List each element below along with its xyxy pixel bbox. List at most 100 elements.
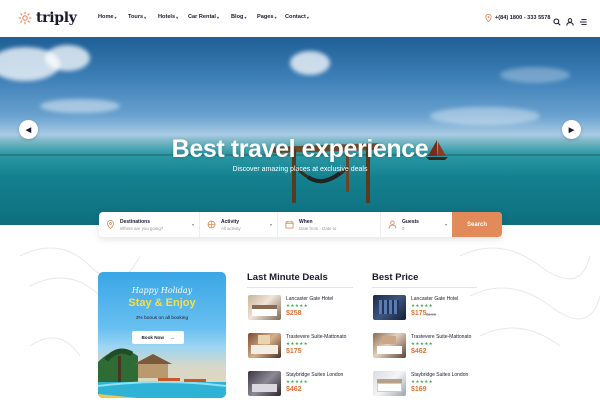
book-now-label: Book Now: [141, 335, 164, 340]
deal-item[interactable]: Staybridge Suites London ★★★★★ $462: [248, 371, 358, 399]
nav-label: Tours: [128, 14, 144, 20]
cloud: [40, 99, 120, 113]
last-minute-title: Last Minute Deals: [247, 272, 328, 283]
logo[interactable]: triply: [18, 10, 77, 26]
arrow-right-icon: ▶: [568, 126, 575, 134]
activity-icon: [207, 220, 216, 229]
price: $175: [286, 348, 302, 355]
room-thumbnail: [373, 295, 406, 320]
room-thumbnail: [248, 333, 281, 358]
search-button[interactable]: Search: [452, 212, 502, 237]
chevron-down-icon: ▾: [216, 14, 219, 20]
arrow-right-icon: →: [169, 335, 175, 340]
activity-field[interactable]: Activity All activity ▾: [200, 212, 278, 237]
nav-blog[interactable]: Blog ▾: [231, 14, 257, 20]
nav-tours[interactable]: Tours ▾: [128, 14, 158, 20]
star-rating: ★★★★★: [286, 303, 309, 308]
price: $258: [286, 310, 302, 317]
page: triply Home ▾ Tours ▾ Hotels ▾ Car Rental ▾ …: [0, 0, 600, 400]
chevron-down-icon: ▾: [306, 14, 309, 20]
hotel-name: Staybridge Suites London: [286, 372, 344, 378]
price: $462: [411, 348, 427, 355]
phone-pin-icon: [485, 14, 492, 22]
slider-next-button[interactable]: ▶: [562, 120, 581, 139]
field-value: All activity: [221, 225, 241, 231]
hotel-name: Staybridge Suites London: [411, 372, 469, 378]
nav-label: Hotels: [158, 14, 176, 20]
date-field[interactable]: When Date from - Date to: [278, 212, 381, 237]
deal-item[interactable]: Trastevere Suite-Mattonato ★★★★★ $175: [248, 333, 358, 361]
nav-hotels[interactable]: Hotels ▾: [158, 14, 188, 20]
chevron-down-icon: ▾: [444, 222, 447, 227]
promo-headline: Stay & Enjoy: [128, 297, 196, 309]
site-header: triply Home ▾ Tours ▾ Hotels ▾ Car Rental ▾ …: [0, 0, 600, 37]
field-value: 0: [402, 225, 405, 231]
nav-car-rental[interactable]: Car Rental ▾: [188, 14, 231, 20]
deal-item[interactable]: Lancaster Gate Hotel ★★★★★ $175 $196: [373, 295, 483, 323]
hero-title: Best travel experience: [171, 135, 429, 163]
price: $462: [286, 386, 302, 393]
search-icon[interactable]: [553, 13, 561, 26]
divider: [247, 287, 353, 288]
nav-label: Pages: [257, 14, 274, 20]
field-label: Activity: [221, 218, 240, 225]
price: $175: [411, 310, 427, 317]
hotel-name: Trastevere Suite-Mattonato: [411, 334, 472, 340]
chevron-down-icon: ▾: [144, 14, 147, 20]
slider-prev-button[interactable]: ◀: [19, 120, 38, 139]
nav-label: Car Rental: [188, 14, 216, 20]
nav-contact[interactable]: Contact ▾: [285, 14, 315, 20]
deal-item[interactable]: Trastevere Suite-Mattonato ★★★★★ $462: [373, 333, 483, 361]
book-now-button[interactable]: Book Now →: [132, 331, 184, 344]
field-label: When: [299, 218, 313, 225]
cloud: [430, 107, 540, 125]
divider: [372, 287, 477, 288]
guests-field[interactable]: Guests 0 ▾: [381, 212, 452, 237]
deal-item[interactable]: Staybridge Suites London ★★★★★ $169: [373, 371, 483, 399]
user-icon[interactable]: [566, 13, 574, 26]
chevron-down-icon: ▾: [114, 14, 117, 20]
arrow-left-icon: ◀: [25, 126, 32, 134]
chevron-down-icon: ▾: [191, 222, 194, 227]
nav-home[interactable]: Home ▾: [98, 14, 128, 20]
hotel-name: Lancaster Gate Hotel: [411, 296, 459, 302]
hero-banner: Best travel experience Discover amazing …: [0, 37, 600, 225]
guests-icon: [388, 220, 397, 229]
deal-item[interactable]: Lancaster Gate Hotel ★★★★★ $258: [248, 295, 358, 323]
promo-script: Happy Holiday: [131, 286, 193, 295]
field-label: Guests: [402, 218, 419, 225]
cloud: [290, 51, 330, 75]
cloud: [45, 45, 90, 71]
hero-subtitle: Discover amazing places at exclusive dea…: [232, 166, 368, 173]
chevron-down-icon: ▾: [176, 14, 179, 20]
calendar-icon: [285, 220, 294, 229]
star-rating: ★★★★★: [411, 379, 434, 384]
nav-pages[interactable]: Pages ▾: [257, 14, 285, 20]
price: $169: [411, 386, 427, 393]
star-rating: ★★★★★: [411, 341, 434, 346]
best-price-title: Best Price: [372, 272, 419, 283]
promo-card[interactable]: Happy Holiday Stay & Enjoy 3% bonus on a…: [98, 272, 226, 398]
field-label: Destinations: [120, 218, 151, 225]
brand-name: triply: [36, 10, 77, 26]
hotel-name: Lancaster Gate Hotel: [286, 296, 334, 302]
star-rating: ★★★★★: [411, 303, 434, 308]
nav-label: Blog: [231, 14, 244, 20]
sun-logo-icon: [18, 11, 32, 25]
old-price: $196: [426, 312, 437, 317]
chevron-down-icon: ▾: [274, 14, 277, 20]
resort-photo: [98, 348, 226, 398]
cloud: [500, 67, 570, 83]
menu-icon[interactable]: [579, 13, 587, 25]
field-value: Where are you going?: [120, 225, 164, 231]
destination-field[interactable]: Destinations Where are you going? ▾: [99, 212, 200, 237]
star-rating: ★★★★★: [286, 341, 309, 346]
location-pin-icon: [107, 220, 114, 229]
chevron-down-icon: ▾: [244, 14, 247, 20]
booking-search-bar: Destinations Where are you going? ▾ Activ…: [99, 212, 502, 237]
star-rating: ★★★★★: [286, 379, 309, 384]
nav-label: Home: [98, 14, 114, 20]
room-thumbnail: [373, 333, 406, 358]
phone-number[interactable]: +(84) 1800 - 333 5578: [485, 14, 551, 22]
field-value: Date from - Date to: [299, 225, 337, 231]
